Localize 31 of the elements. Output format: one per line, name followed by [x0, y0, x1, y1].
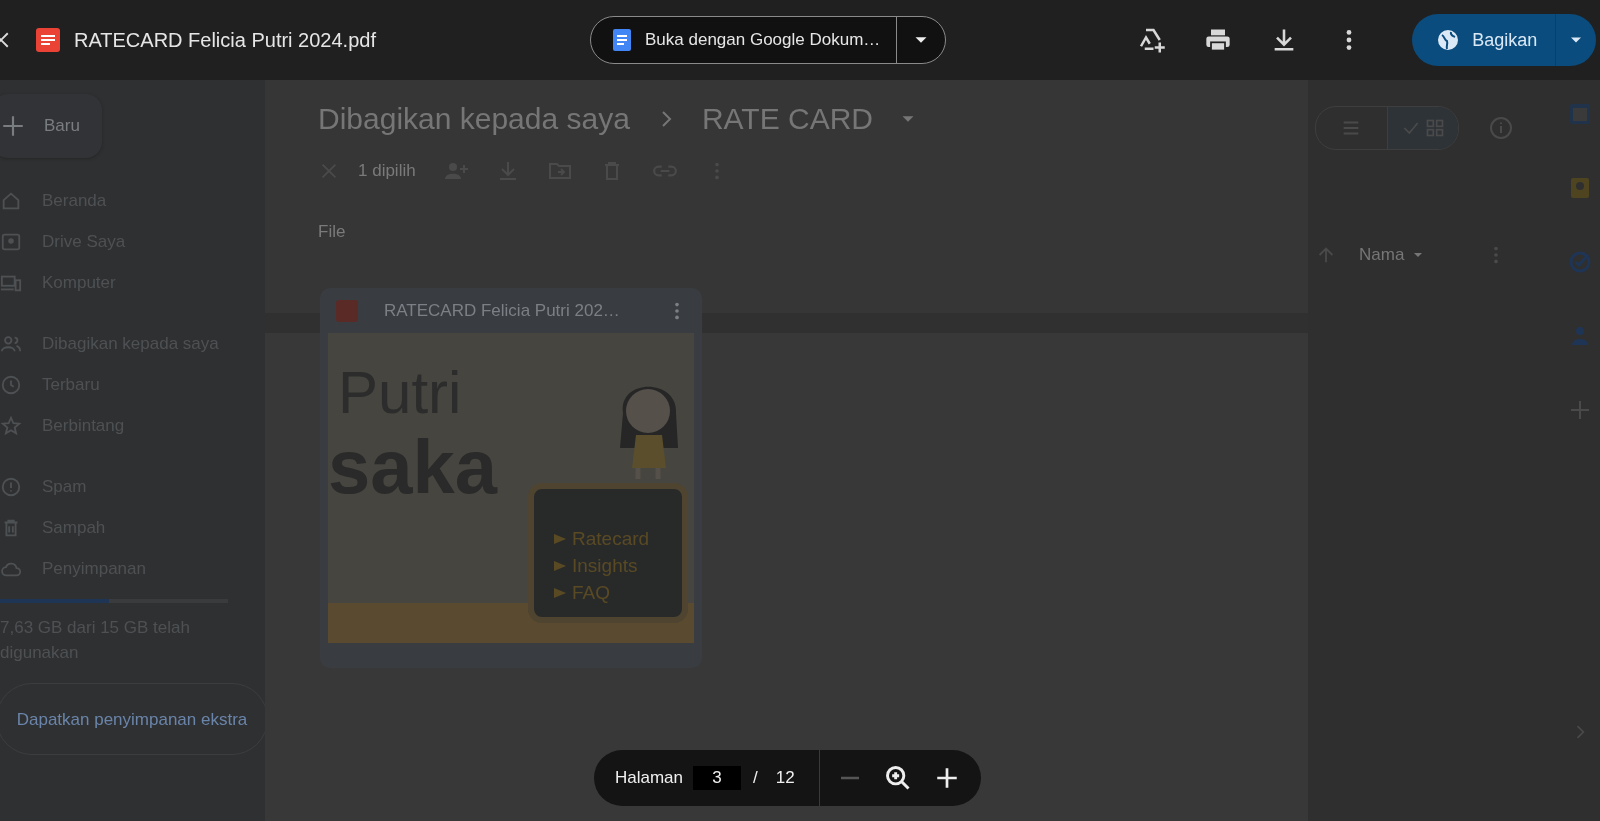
page-total: 12: [775, 768, 795, 788]
page-separator: /: [753, 768, 758, 788]
grid-icon[interactable]: [1424, 118, 1445, 138]
page-number-field[interactable]: 3: [693, 766, 742, 790]
clock-icon[interactable]: [0, 373, 22, 396]
pdf-file-icon: [336, 299, 358, 322]
page-label: Halaman: [615, 768, 684, 788]
spam-icon[interactable]: [0, 475, 22, 498]
info-icon[interactable]: [1489, 116, 1513, 140]
pdf-file-icon: [36, 28, 60, 52]
folder-title[interactable]: RATE CARD: [701, 102, 873, 136]
grid-view-toggle[interactable]: [1386, 107, 1458, 149]
section-label: File: [318, 222, 347, 242]
breadcrumb-link[interactable]: Dibagikan kepada saya: [318, 102, 630, 136]
triangle-bullet-icon: [554, 587, 566, 598]
plus-icon[interactable]: [1568, 398, 1592, 422]
new-button[interactable]: Baru: [0, 94, 102, 158]
plus-icon[interactable]: [0, 113, 26, 139]
tasks-icon[interactable]: [1568, 250, 1592, 274]
selection-count: 1 dipilih: [358, 161, 416, 181]
globe-icon: [1436, 28, 1461, 52]
document-icon: [613, 29, 631, 51]
note-icon[interactable]: [1568, 176, 1592, 200]
file-name: RATECARD Felicia Putri 202…: [384, 300, 621, 321]
triangle-bullet-icon: [554, 560, 566, 571]
file-title: RATECARD Felicia Putri 2024.pdf: [74, 28, 377, 52]
triangle-bullet-icon: [554, 533, 566, 544]
star-icon[interactable]: [0, 414, 22, 437]
zoom-icon[interactable]: [883, 764, 912, 792]
calendar-icon[interactable]: [1568, 102, 1592, 126]
sort-by-name[interactable]: Nama: [1359, 245, 1485, 265]
